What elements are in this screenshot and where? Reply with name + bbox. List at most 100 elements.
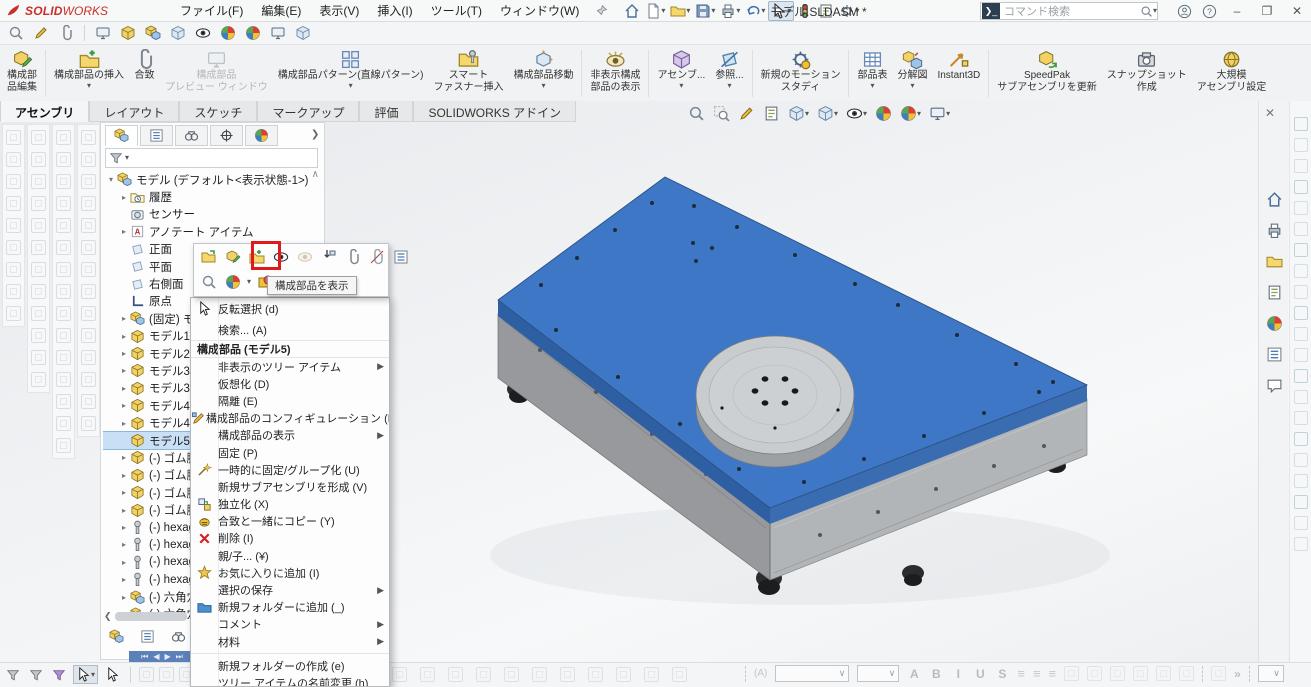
- quick-tool-print[interactable]: ▾: [718, 2, 742, 20]
- view-tool-monitor[interactable]: [93, 24, 113, 42]
- expand-arrow-icon[interactable]: ▸: [118, 471, 130, 480]
- expand-arrow-icon[interactable]: ▾: [105, 175, 117, 184]
- context-menu-item[interactable]: 削除 (I): [191, 530, 389, 547]
- context-menu-item[interactable]: 選択の保存▶: [191, 581, 389, 598]
- ctx-tool-insertbelow[interactable]: [319, 248, 339, 266]
- hud-tool-cube[interactable]: ▾: [815, 104, 840, 123]
- status-funnel[interactable]: [27, 667, 45, 683]
- fm-tab-list[interactable]: [140, 125, 173, 146]
- quick-tool-home[interactable]: [622, 2, 642, 20]
- tab-スケッチ[interactable]: スケッチ: [179, 101, 257, 122]
- tab-アセンブリ[interactable]: アセンブリ: [0, 101, 89, 122]
- task-pane-list[interactable]: [1260, 340, 1288, 368]
- ribbon-button-grid[interactable]: 構成部品パターン(直線パターン)▾: [273, 46, 429, 101]
- context-menu-item[interactable]: 検索... (A): [191, 319, 389, 340]
- ribbon-button-editcomp[interactable]: 構成部品編集: [2, 46, 42, 101]
- tree-filter-box[interactable]: ▾: [105, 148, 318, 168]
- menu-item[interactable]: ファイル(F): [172, 0, 251, 21]
- fm-tab-sphere[interactable]: [245, 125, 278, 146]
- quick-tool-undo[interactable]: ▾: [743, 2, 767, 20]
- task-pane-chat[interactable]: [1260, 371, 1288, 399]
- ctx-tool-clip[interactable]: [343, 248, 363, 266]
- expand-arrow-icon[interactable]: ▸: [118, 193, 130, 202]
- user-icon[interactable]: [1177, 4, 1192, 19]
- tab-評価[interactable]: 評価: [359, 101, 413, 122]
- fm-tab-target[interactable]: [210, 125, 243, 146]
- expand-arrow-icon[interactable]: ▸: [118, 593, 130, 602]
- help-icon[interactable]: ?: [1202, 4, 1217, 19]
- view-tool-cube[interactable]: [168, 24, 188, 42]
- ribbon-button-explode[interactable]: 分解図▾: [892, 46, 932, 101]
- task-pane-close-icon[interactable]: ✕: [1265, 106, 1275, 120]
- hud-tool-cube[interactable]: ▾: [786, 104, 811, 123]
- expand-arrow-icon[interactable]: ▸: [118, 332, 130, 341]
- context-menu-item[interactable]: 新規フォルダーに追加 (_): [191, 599, 389, 616]
- view-tool-pencil[interactable]: [31, 24, 51, 42]
- quick-tool-doc[interactable]: ▾: [643, 2, 667, 20]
- context-menu-item[interactable]: 仮想化 (D): [191, 375, 389, 392]
- menu-item[interactable]: 編集(E): [253, 0, 309, 21]
- ribbon-button-motion[interactable]: 新規のモーションスタディ: [756, 46, 846, 101]
- pin-icon[interactable]: [595, 4, 608, 17]
- ctx-tool-editcomp[interactable]: [223, 248, 243, 266]
- view-tool-eye[interactable]: [193, 24, 213, 42]
- context-menu-item[interactable]: 新規サブアセンブリを形成 (V): [191, 478, 389, 495]
- fm-tab-binoc[interactable]: [175, 125, 208, 146]
- hscroll-left-arrow[interactable]: ❮: [104, 611, 112, 622]
- ribbon-button-reference[interactable]: 参照...▾: [710, 46, 748, 101]
- ctx-tool-folderopen[interactable]: [199, 248, 219, 266]
- tree-item[interactable]: ▸履歴: [103, 188, 323, 205]
- ribbon-button-fastener[interactable]: スマートファスナー挿入: [428, 46, 508, 101]
- ribbon-button-showhidden[interactable]: 非表示構成部品の表示: [585, 46, 645, 101]
- quick-tool-save[interactable]: ▾: [693, 2, 717, 20]
- context-menu-item[interactable]: 非表示のツリー アイテム▶: [191, 358, 389, 375]
- ctx-tool-clip2[interactable]: [367, 248, 387, 266]
- close-button[interactable]: ✕: [1287, 4, 1307, 18]
- search-caret-icon[interactable]: ▾: [1153, 7, 1157, 15]
- expand-arrow-icon[interactable]: ▸: [118, 419, 130, 428]
- tab-レイアウト[interactable]: レイアウト: [89, 101, 179, 122]
- search-icon[interactable]: [1140, 5, 1153, 18]
- ctx-tool-sphere[interactable]: [223, 273, 243, 291]
- hud-tool-search[interactable]: [686, 104, 707, 123]
- status-funnel[interactable]: [4, 667, 22, 683]
- view-tool-sphere[interactable]: [218, 24, 238, 42]
- context-menu-item[interactable]: お気に入りに追加 (I): [191, 564, 389, 581]
- context-menu-item[interactable]: 親/子... (¥): [191, 547, 389, 564]
- tree-hscrollbar[interactable]: ❮: [104, 611, 187, 622]
- menu-item[interactable]: 表示(V): [311, 0, 367, 21]
- hud-tool-eye[interactable]: ▾: [844, 104, 869, 123]
- expand-arrow-icon[interactable]: ▸: [118, 401, 130, 410]
- tab-マークアップ[interactable]: マークアップ: [257, 101, 359, 122]
- tab-SOLIDWORKS アドイン[interactable]: SOLIDWORKS アドイン: [413, 101, 576, 122]
- status-select-alt[interactable]: [103, 666, 122, 683]
- expand-arrow-icon[interactable]: ▸: [118, 349, 130, 358]
- fm-tab-asm[interactable]: [105, 125, 138, 146]
- ctx-tool-search[interactable]: [199, 273, 219, 291]
- minimize-button[interactable]: –: [1227, 4, 1247, 18]
- context-menu-item[interactable]: 一時的に固定/グループ化 (U): [191, 461, 389, 478]
- menu-item[interactable]: ウィンドウ(W): [492, 0, 587, 21]
- hscroll-thumb[interactable]: [115, 612, 187, 621]
- view-tool-monitor[interactable]: [268, 24, 288, 42]
- task-pane-sphere[interactable]: [1260, 309, 1288, 337]
- menu-item[interactable]: ツール(T): [423, 0, 490, 21]
- expand-arrow-icon[interactable]: ▸: [118, 575, 130, 584]
- filter-funnel-icon[interactable]: [109, 151, 123, 165]
- ribbon-button-speedpak[interactable]: SpeedPakサブアセンブリを更新: [992, 46, 1102, 101]
- hud-tool-monitor[interactable]: ▾: [927, 104, 952, 123]
- expand-arrow-icon[interactable]: ▸: [118, 366, 130, 375]
- view-tool-cube[interactable]: [293, 24, 313, 42]
- context-menu-item[interactable]: ツリー アイテムの名前変更 (h): [191, 674, 389, 687]
- context-menu-item[interactable]: 構成部品の表示▶: [191, 427, 389, 444]
- context-menu-item[interactable]: 独立化 (X): [191, 496, 389, 513]
- tree-item[interactable]: ▸Aアノテート アイテム: [103, 223, 323, 240]
- hud-tool-sphere[interactable]: [873, 104, 894, 123]
- tree-item[interactable]: センサー: [103, 206, 323, 223]
- turntable-disc[interactable]: [696, 336, 854, 467]
- task-pane-print[interactable]: [1260, 216, 1288, 244]
- expand-arrow-icon[interactable]: ▸: [118, 384, 130, 393]
- command-search[interactable]: ❯_ コマンド検索 ▾: [980, 2, 1158, 20]
- menu-item[interactable]: 挿入(I): [369, 0, 420, 21]
- view-tool-part[interactable]: [118, 24, 138, 42]
